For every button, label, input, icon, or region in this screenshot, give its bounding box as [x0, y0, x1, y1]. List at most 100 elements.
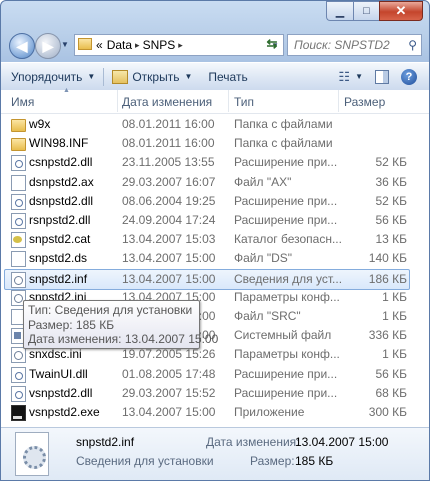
breadcrumb-separator-icon[interactable]: ▸: [178, 40, 183, 51]
file-row[interactable]: vsnpstd2.exe 13.04.2007 15:00 Приложение 30…: [5, 403, 408, 422]
column-separator[interactable]: [228, 90, 229, 112]
file-name: snpstd2.cat: [29, 232, 91, 247]
file-row[interactable]: csnpstd2.dll 23.11.2005 13:55 Расширение п…: [5, 153, 408, 172]
dll-icon: [11, 193, 26, 210]
forward-button[interactable]: ▶: [35, 33, 61, 59]
search-icon[interactable]: ⚲: [408, 38, 417, 52]
ini-icon: [11, 347, 26, 364]
dll-icon: [11, 213, 26, 229]
column-header-type[interactable]: Тип: [234, 95, 254, 109]
file-type: Расширение при...: [234, 155, 338, 170]
explorer-window: ▁ □ ✕ ◀ ▶ ▼ « Data ▸ SNPS ▸ ▼ ⇆ ⚲ Упоряд…: [0, 0, 430, 481]
views-button[interactable]: ☷ ▼: [332, 65, 369, 88]
setup-info-icon: [11, 271, 26, 288]
navigation-bar: ◀ ▶ ▼ « Data ▸ SNPS ▸ ▼ ⇆ ⚲: [1, 29, 429, 61]
file-row[interactable]: vsnpstd2.dll 29.03.2007 15:52 Расширение п…: [5, 384, 408, 403]
print-button[interactable]: Печать: [202, 65, 253, 88]
column-separator[interactable]: [117, 90, 118, 112]
file-size: 56 КБ: [375, 213, 407, 227]
close-button[interactable]: ✕: [379, 1, 423, 21]
catalog-icon: [11, 232, 26, 249]
file-row[interactable]: snpstd2.ds 13.04.2007 15:00 Файл "DS" 140 К…: [5, 249, 408, 268]
column-separator[interactable]: [338, 90, 339, 112]
file-list: ▲ Имя Дата изменения Тип Размер w9x 08.01…: [1, 87, 429, 427]
file-name: dsnpstd2.ax: [29, 174, 94, 189]
file-type: Сведения для уст...: [234, 271, 342, 286]
details-size-value: 185 КБ: [295, 454, 334, 468]
file-type: Расширение при...: [234, 193, 338, 208]
column-header-size[interactable]: Размер: [344, 95, 385, 109]
help-button[interactable]: ?: [395, 65, 423, 88]
breadcrumb-data[interactable]: Data: [107, 38, 132, 52]
exe-icon: [11, 405, 26, 421]
folder-icon: [11, 119, 26, 132]
column-header-date[interactable]: Дата изменения: [122, 95, 212, 109]
file-date: 13.04.2007 15:00: [122, 251, 216, 266]
file-type: Расширение при...: [234, 385, 338, 400]
file-size: 1 КБ: [382, 289, 407, 304]
file-row[interactable]: WIN98.INF 08.01.2011 16:00 Папка с файлами: [5, 134, 408, 153]
chevron-down-icon: ▼: [355, 72, 363, 81]
file-type: Параметры конф...: [234, 289, 340, 304]
file-type: Файл "SRC": [234, 309, 301, 323]
views-icon: ☷: [338, 68, 351, 84]
open-button[interactable]: Открыть ▼: [106, 65, 198, 88]
dll-icon: [11, 366, 26, 383]
search-input[interactable]: [292, 37, 406, 53]
file-size: 300 КБ: [368, 405, 407, 419]
file-size: 68 КБ: [375, 385, 407, 400]
file-row[interactable]: TwainUI.dll 01.08.2005 17:48 Расширение пр…: [5, 365, 408, 384]
details-filetype: Сведения для установки: [76, 454, 214, 468]
breadcrumb-separator-icon[interactable]: ▸: [135, 40, 140, 51]
dll-icon: [11, 155, 26, 172]
column-header-name[interactable]: Имя: [11, 95, 34, 109]
chevron-down-icon: ▼: [184, 72, 193, 81]
recent-pages-dropdown[interactable]: ▼: [61, 40, 69, 49]
setup-info-icon: [11, 432, 51, 476]
maximize-button[interactable]: □: [353, 1, 379, 21]
file-size: 52 КБ: [375, 193, 407, 208]
file-size: 186 КБ: [368, 271, 407, 286]
open-label: Открыть: [132, 69, 180, 84]
close-icon: ✕: [395, 3, 407, 18]
file-row-selected[interactable]: snpstd2.inf 13.04.2007 15:00 Сведения для …: [4, 268, 410, 290]
refresh-button[interactable]: ⇆: [263, 36, 281, 52]
details-pane: snpstd2.inf Сведения для установки Дата …: [1, 427, 429, 480]
minimize-button[interactable]: ▁: [326, 1, 353, 21]
file-date: 19.07.2005 15:26: [122, 347, 216, 362]
file-row[interactable]: rsnpstd2.dll 24.09.2004 17:24 Расширение п…: [5, 211, 408, 230]
file-row[interactable]: snpstd2.cat 13.04.2007 15:03 Каталог безоп…: [5, 230, 408, 249]
breadcrumb-snps[interactable]: SNPS: [143, 38, 176, 52]
file-type: Системный файл: [234, 328, 332, 343]
file-row[interactable]: dsnpstd2.ax 29.03.2007 16:07 Файл "AX" 36 К…: [5, 173, 408, 192]
search-box[interactable]: ⚲: [287, 34, 422, 56]
file-size: 13 КБ: [375, 232, 407, 247]
file-date: 29.03.2007 16:07: [122, 174, 216, 189]
preview-pane-icon: [375, 69, 389, 84]
file-date: 08.01.2011 16:00: [122, 117, 215, 131]
file-name: snxdsc.ini: [29, 347, 82, 362]
file-name: snpstd2.inf: [29, 271, 88, 286]
file-type: Файл "DS": [234, 251, 293, 266]
breadcrumb-overflow[interactable]: «: [96, 38, 103, 52]
file-name: vsnpstd2.dll: [29, 385, 93, 400]
file-type: Папка с файлами: [234, 136, 333, 151]
dll-icon: [11, 385, 26, 402]
file-type: Расширение при...: [234, 366, 338, 381]
file-name: TwainUI.dll: [29, 366, 88, 381]
file-tooltip: Тип: Сведения для установки Размер: 185 …: [23, 300, 218, 349]
back-button[interactable]: ◀: [9, 33, 35, 59]
file-type: Расширение при...: [234, 213, 338, 227]
file-size: 140 КБ: [368, 251, 407, 266]
file-name: rsnpstd2.dll: [29, 213, 91, 227]
folder-icon: [11, 138, 26, 152]
maximize-icon: □: [363, 5, 370, 17]
organize-button[interactable]: Упорядочить ▼: [5, 65, 101, 88]
file-row[interactable]: w9x 08.01.2011 16:00 Папка с файлами: [5, 115, 408, 134]
file-size: 52 КБ: [375, 155, 407, 170]
file-row[interactable]: dsnpstd2.dll 08.06.2004 19:25 Расширение п…: [5, 192, 408, 211]
details-filename: snpstd2.inf: [76, 435, 135, 449]
preview-pane-button[interactable]: [369, 65, 395, 88]
address-bar[interactable]: « Data ▸ SNPS ▸ ▼: [74, 34, 284, 56]
tooltip-date: Дата изменения: 13.04.2007 15:00: [28, 332, 219, 346]
